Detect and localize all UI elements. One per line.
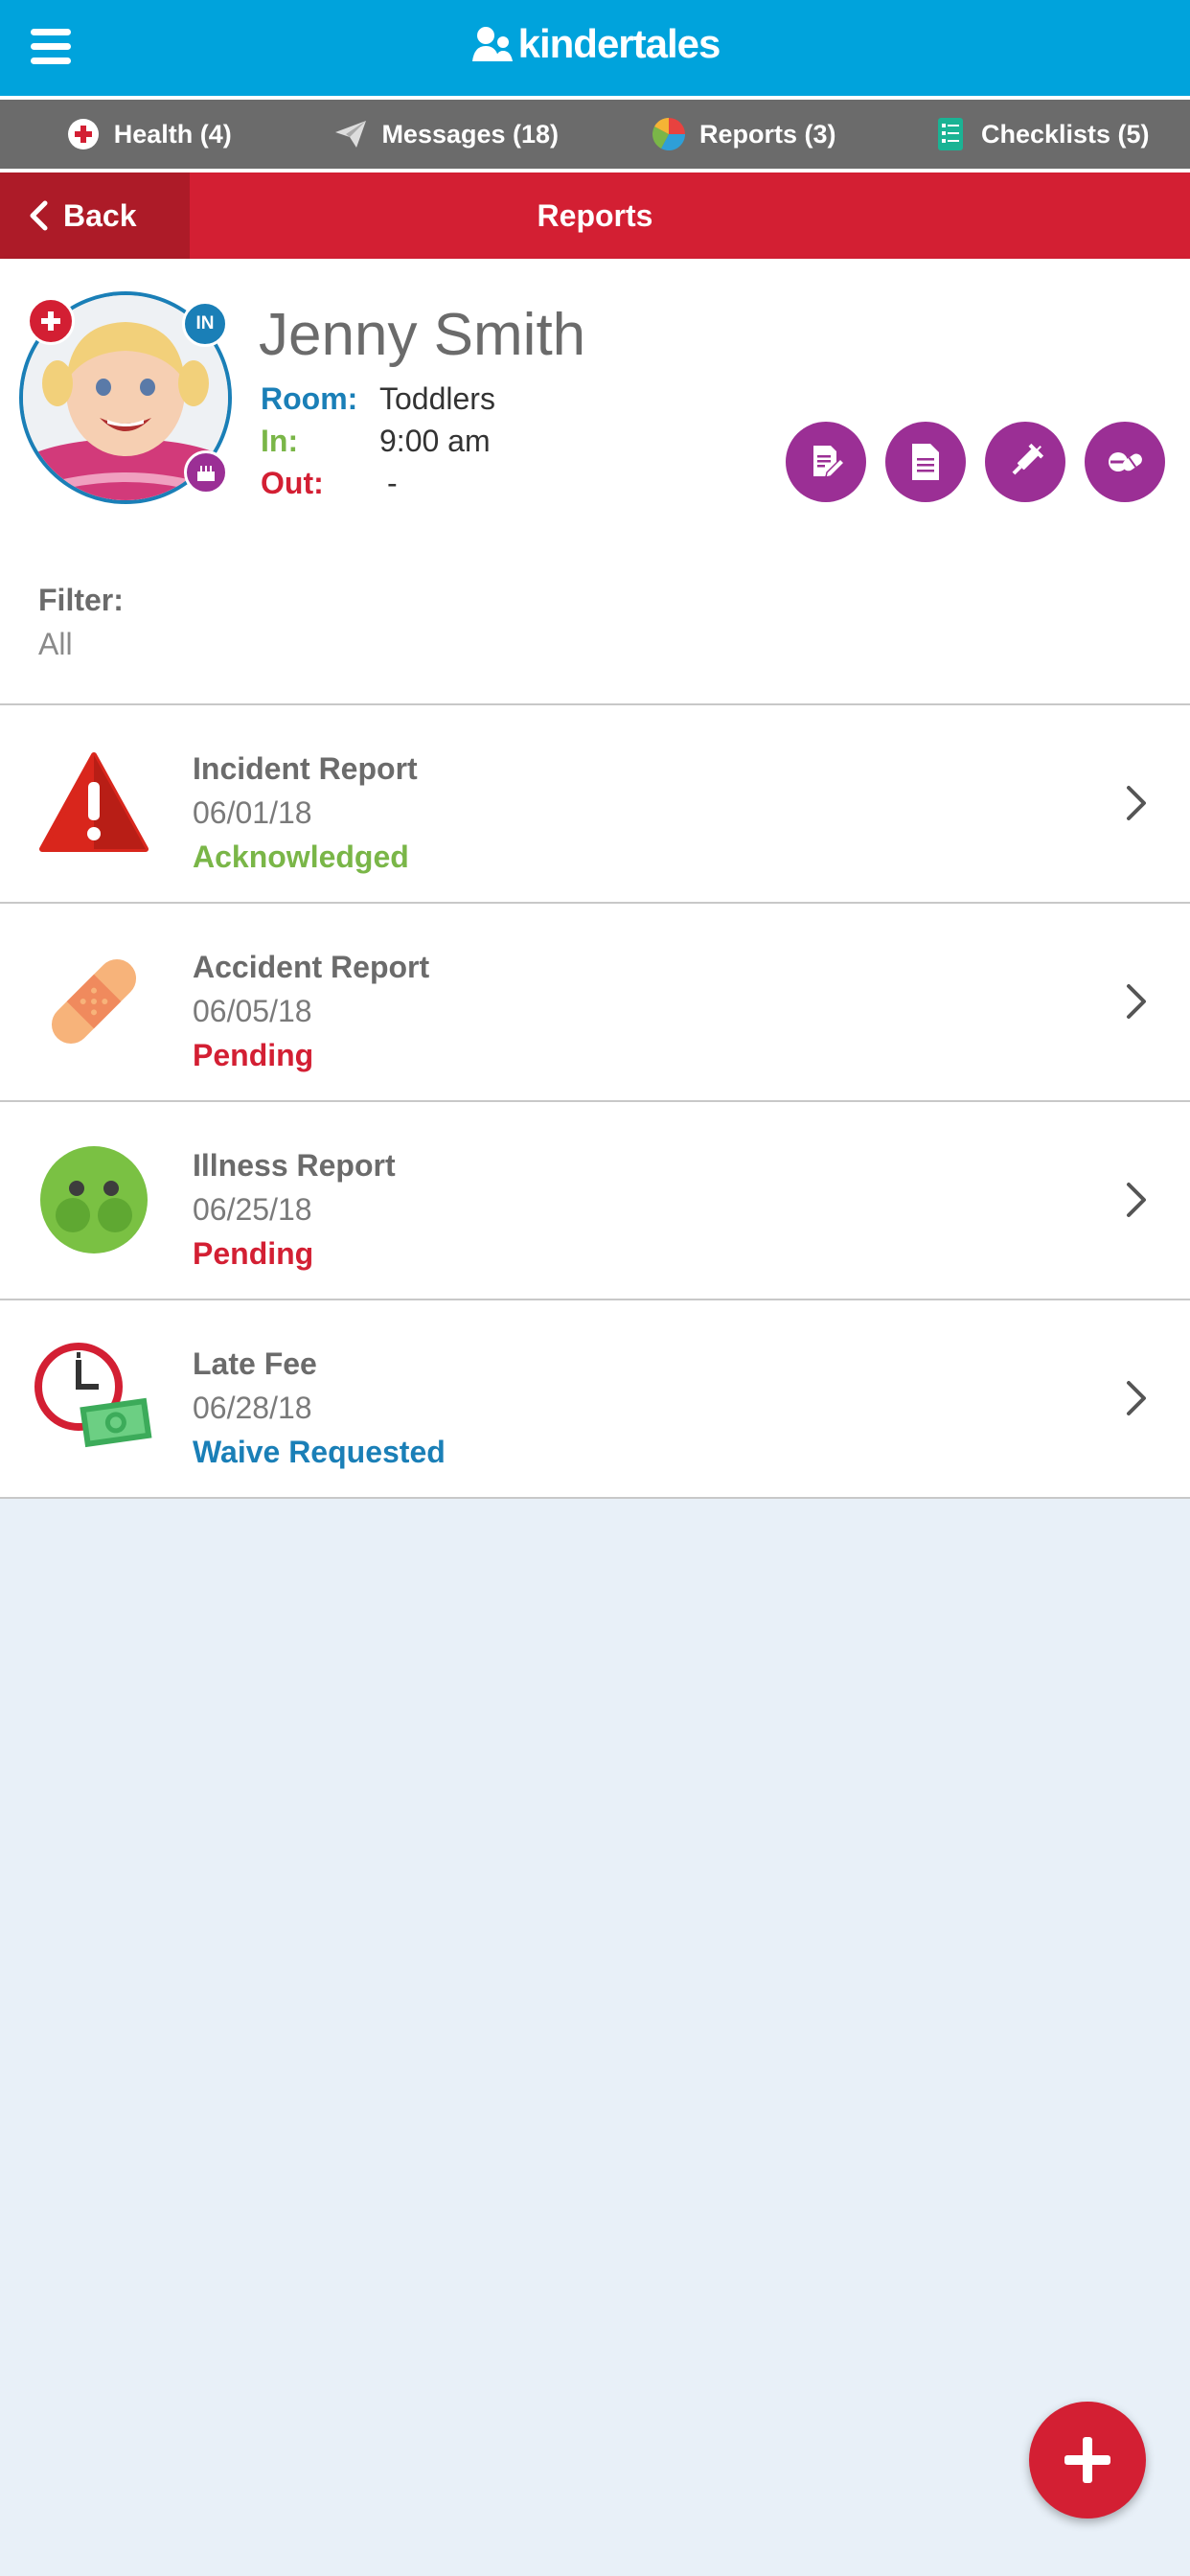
medication-button[interactable]: [1085, 422, 1165, 502]
immunization-button[interactable]: [985, 422, 1065, 502]
report-status: Pending: [193, 1038, 314, 1072]
health-icon: [66, 117, 101, 151]
chevron-right-icon: [1127, 1183, 1146, 1217]
section-tabs: Health (4) Messages (18) Reports (3) Che…: [0, 96, 1190, 172]
brand-logo: kindertales: [0, 21, 1190, 67]
warning-icon: [34, 744, 153, 862]
back-label: Back: [63, 197, 137, 233]
list-item-accident-report[interactable]: Accident Report 06/05/18 Pending: [0, 904, 1190, 1102]
tab-health[interactable]: Health (4): [0, 117, 298, 151]
report-title: Illness Report: [193, 1148, 396, 1183]
report-title: Late Fee: [193, 1346, 317, 1381]
clock-money-icon: [34, 1339, 153, 1458]
list-item-illness-report[interactable]: Illness Report 06/25/18 Pending: [0, 1102, 1190, 1300]
child-name: Jenny Smith: [259, 302, 586, 368]
tab-health-label: Health (4): [113, 119, 232, 149]
birthday-cake-icon: [184, 450, 228, 494]
tab-messages[interactable]: Messages (18): [298, 117, 596, 151]
report-status: Pending: [193, 1236, 314, 1271]
syringe-icon: [1012, 443, 1044, 475]
report-date: 06/05/18: [193, 994, 312, 1028]
back-button[interactable]: Back: [0, 172, 190, 259]
tab-reports[interactable]: Reports (3): [595, 117, 893, 151]
filter-value: All: [38, 627, 73, 661]
out-row: Out: -: [261, 466, 398, 501]
checked-in-badge: IN: [182, 301, 228, 347]
tab-messages-label: Messages (18): [381, 119, 560, 149]
pills-icon: [1109, 452, 1142, 472]
room-row: Room: Toddlers: [261, 381, 495, 417]
in-label: In:: [261, 424, 299, 458]
health-alert-icon[interactable]: [27, 297, 75, 345]
report-status: Waive Requested: [193, 1435, 446, 1469]
add-report-button[interactable]: [1029, 2402, 1146, 2518]
report-title: Incident Report: [193, 751, 418, 786]
send-icon: [333, 117, 368, 151]
list-item-incident-report[interactable]: Incident Report 06/01/18 Acknowledged: [0, 705, 1190, 904]
quick-actions: [767, 422, 1165, 502]
document-icon: [912, 444, 939, 480]
plus-icon: [1064, 2437, 1110, 2483]
out-time: -: [387, 466, 398, 500]
reports-list: Incident Report 06/01/18 Acknowledged Ac…: [0, 705, 1190, 1499]
chevron-right-icon: [1127, 1381, 1146, 1415]
report-date: 06/28/18: [193, 1391, 312, 1425]
in-time: 9:00 am: [379, 424, 491, 458]
pie-chart-icon: [652, 117, 686, 151]
filter-label: Filter:: [38, 583, 124, 617]
out-label: Out:: [261, 466, 324, 500]
filter-selector[interactable]: Filter: All: [0, 537, 1190, 705]
chevron-right-icon: [1127, 984, 1146, 1019]
edit-note-icon: [813, 446, 846, 478]
tab-checklists[interactable]: Checklists (5): [893, 117, 1190, 151]
brand-name: kindertales: [517, 21, 721, 66]
sick-face-icon: [34, 1140, 153, 1259]
list-item-late-fee[interactable]: Late Fee 06/28/18 Waive Requested: [0, 1300, 1190, 1499]
chevron-right-icon: [1127, 786, 1146, 820]
documents-button[interactable]: [885, 422, 966, 502]
bandage-icon: [34, 942, 153, 1061]
chevron-left-icon: [30, 200, 48, 231]
report-date: 06/25/18: [193, 1192, 312, 1227]
in-row: In: 9:00 am: [261, 424, 491, 459]
app-bar: kindertales: [0, 0, 1190, 96]
checklist-icon: [933, 117, 968, 151]
logo-people-icon: [471, 27, 513, 61]
room-label: Room:: [261, 381, 358, 416]
tab-checklists-label: Checklists (5): [980, 119, 1150, 149]
page-header: Reports Back: [0, 172, 1190, 259]
notes-button[interactable]: [786, 422, 866, 502]
room-value: Toddlers: [379, 381, 495, 416]
report-date: 06/01/18: [193, 795, 312, 830]
tab-reports-label: Reports (3): [698, 119, 836, 149]
child-profile-card: IN Jenny Smith Room: Toddlers In: 9:00 am …: [0, 259, 1190, 537]
report-status: Acknowledged: [193, 840, 409, 874]
report-title: Accident Report: [193, 950, 430, 984]
